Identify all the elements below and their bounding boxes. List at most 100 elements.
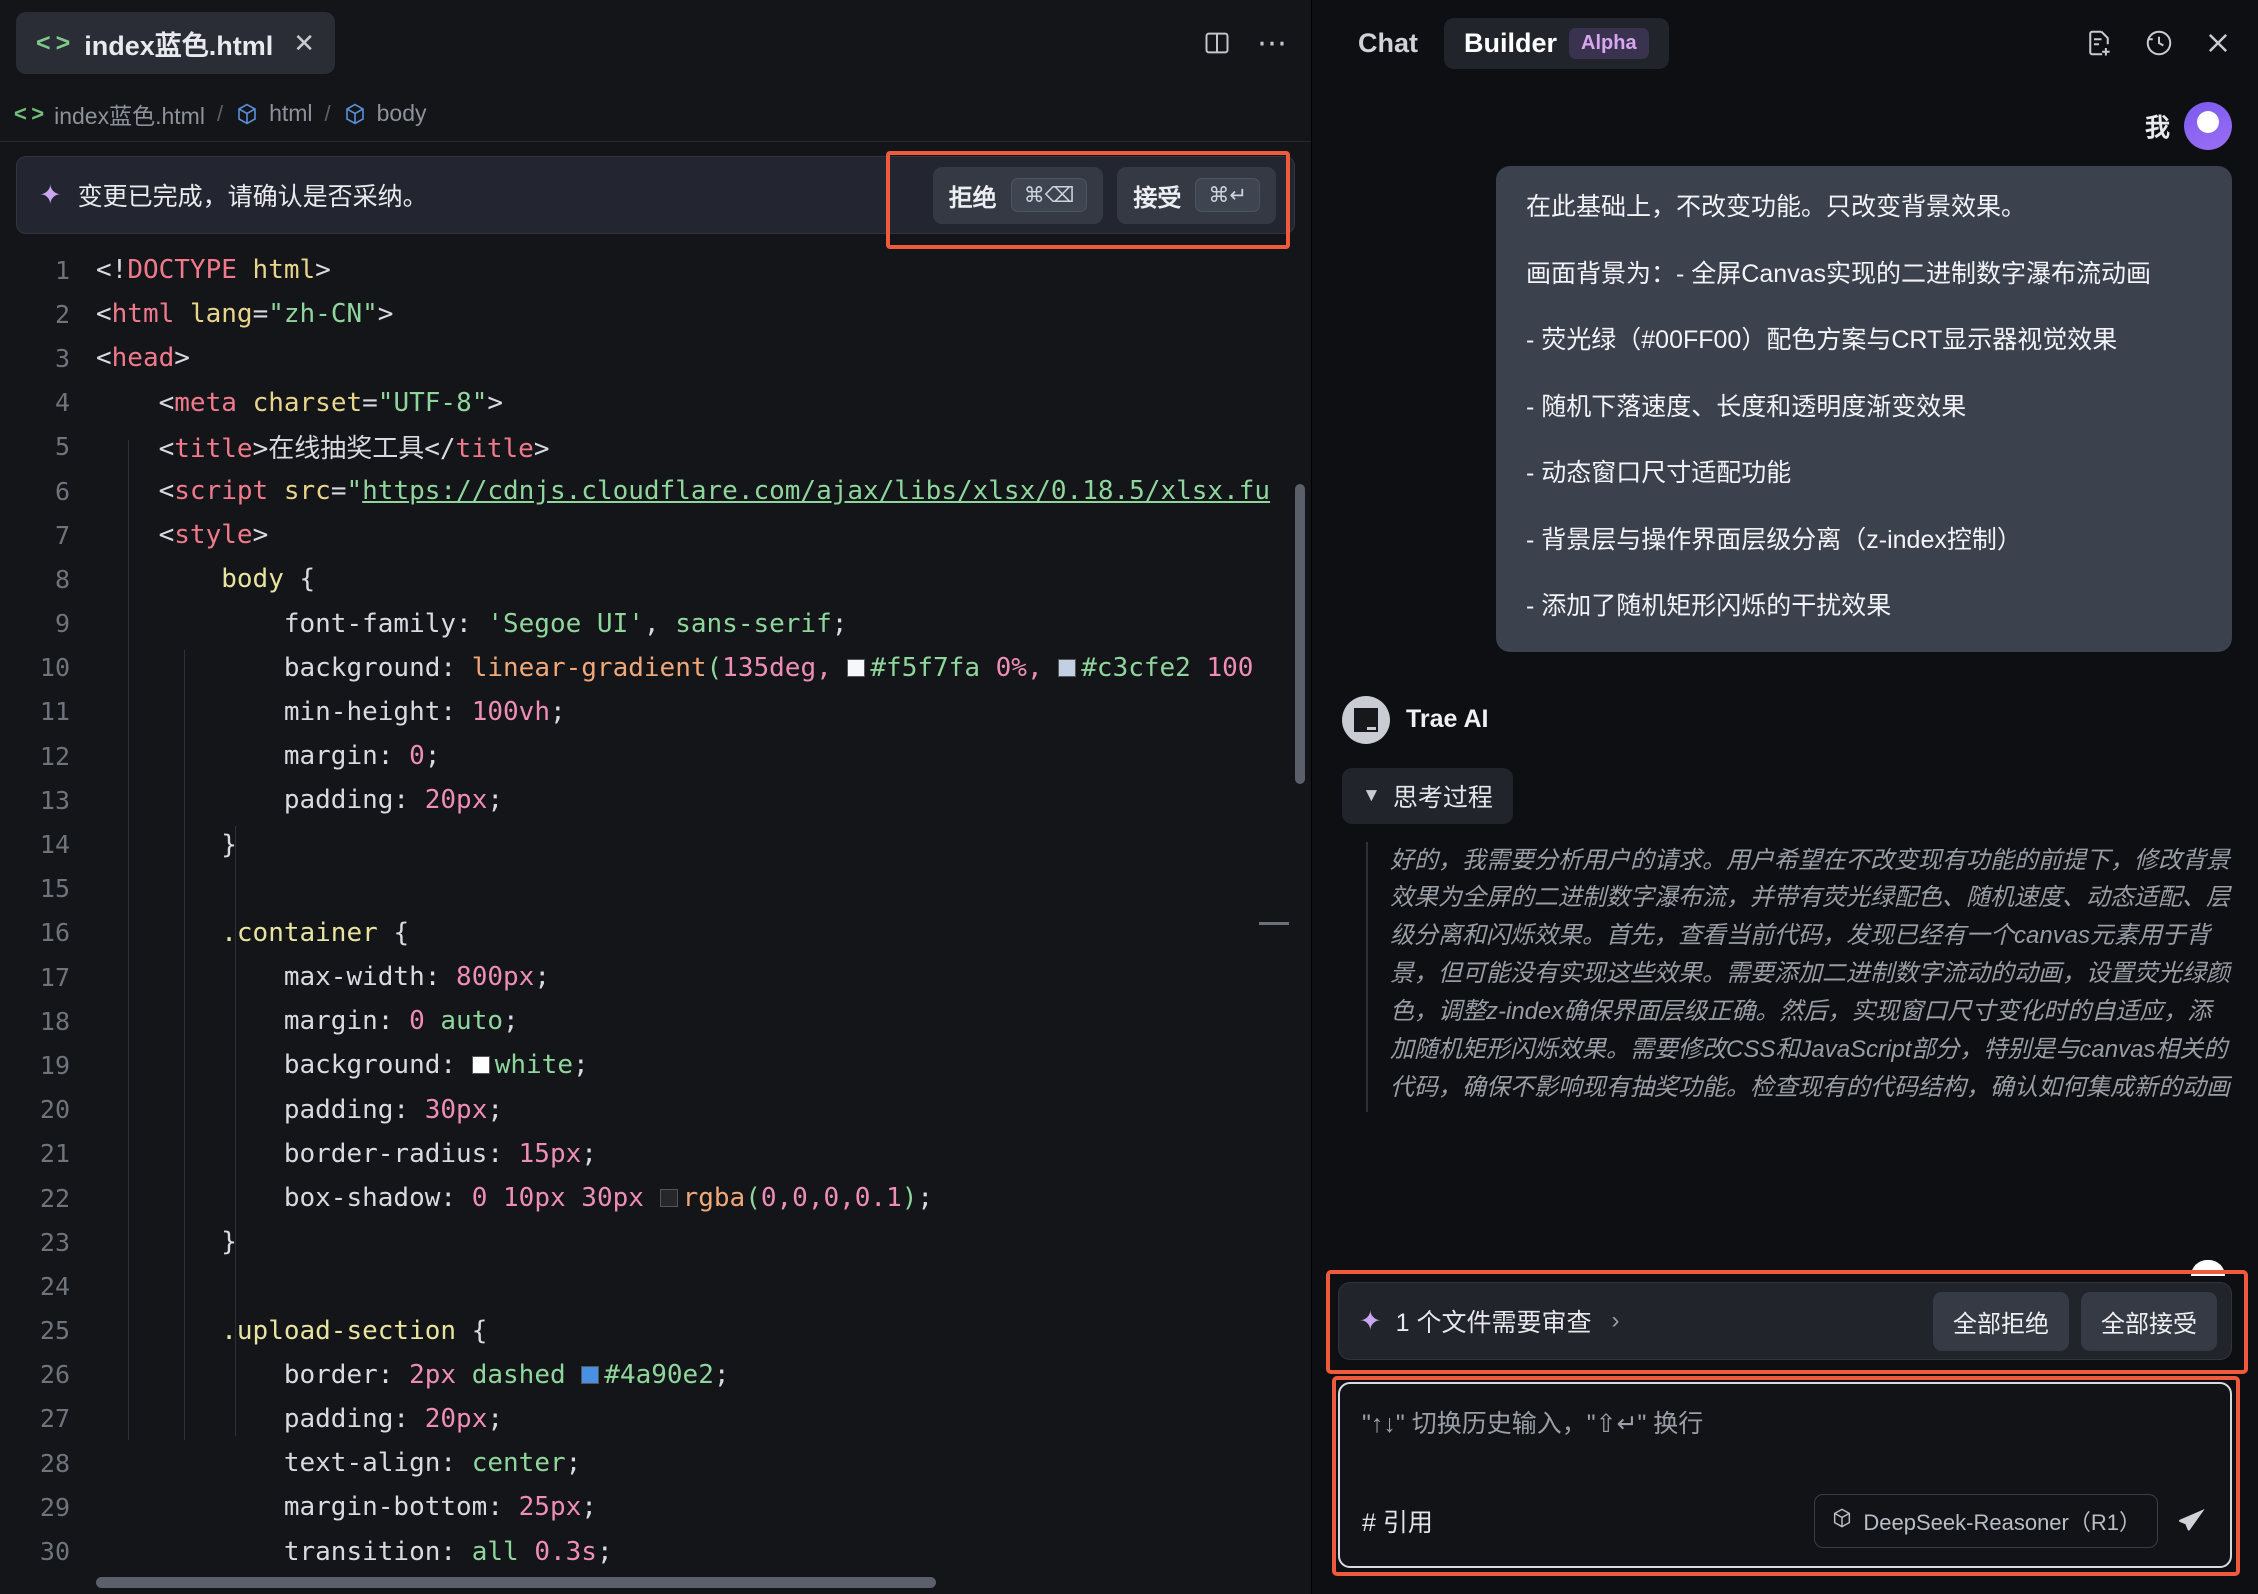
code-line[interactable]: 5 <title>在线抽奖工具</title> (0, 425, 1311, 469)
avatar-body (2191, 1260, 2225, 1276)
tab-chat[interactable]: Chat (1338, 18, 1438, 69)
code-line-text: transition: all 0.3s; (283, 1536, 613, 1567)
code-line[interactable]: 22 box-shadow: 0 10px 30px rgba(0,0,0,0.… (0, 1176, 1311, 1220)
code-line[interactable]: 4 <meta charset="UTF-8"> (0, 381, 1311, 425)
code-line[interactable]: 20 padding: 30px; (0, 1088, 1311, 1132)
code-brackets-icon: < > (36, 28, 71, 57)
code-line[interactable]: 14 } (0, 822, 1311, 866)
composer-toolbar: # 引用 DeepSeek-Reasoner（R1） (1362, 1494, 2208, 1548)
code-line-text: min-height: 100vh; (283, 696, 566, 727)
code-line[interactable]: 8 body { (0, 557, 1311, 601)
code-line-text: <title>在线抽奖工具</title> (158, 434, 550, 465)
code-line[interactable]: 19 background: white; (0, 1043, 1311, 1087)
breadcrumb-node-body[interactable]: body (377, 100, 427, 127)
breadcrumb-file[interactable]: index蓝色.html (54, 97, 205, 131)
more-options-icon[interactable]: ⋯ (1257, 28, 1289, 58)
line-number: 19 (39, 1050, 70, 1080)
code-line[interactable]: 21 border-radius: 15px; (0, 1132, 1311, 1176)
code-line[interactable]: 12 margin: 0; (0, 734, 1311, 778)
editor-horizontal-scrollbar[interactable] (96, 1577, 936, 1588)
avatar[interactable] (2184, 102, 2232, 1276)
tab-chat-label: Chat (1358, 27, 1418, 58)
code-line[interactable]: 13 padding: 20px; (0, 778, 1311, 822)
code-line[interactable]: 25 .upload-section { (0, 1309, 1311, 1353)
code-line[interactable]: 15 (0, 867, 1311, 911)
thinking-process-label: 思考过程 (1392, 783, 1493, 812)
code-line[interactable]: 6 <script src="https://cdnjs.cloudflare.… (0, 469, 1311, 513)
code-line[interactable]: 30 transition: all 0.3s; (0, 1529, 1311, 1573)
code-line-text: .container { (221, 917, 410, 948)
editor-tab-index-html[interactable]: < > index蓝色.html ✕ (16, 12, 336, 74)
breadcrumb-node-html[interactable]: html (269, 100, 312, 127)
code-line[interactable]: 26 border: 2px dashed #4a90e2; (0, 1353, 1311, 1397)
code-line[interactable]: 29 margin-bottom: 25px; (0, 1485, 1311, 1529)
code-editor[interactable]: 1 <!DOCTYPE html> 2 <html lang="zh-CN"> 3 <he… (0, 234, 1311, 1594)
code-line[interactable]: 16 .container { (0, 911, 1311, 955)
indent-guide (128, 440, 129, 1440)
user-message-line: - 随机下落速度、长度和透明度渐变效果 (1526, 392, 1967, 421)
chat-composer[interactable]: "↑↓" 切换历史输入，"⇧↵" 换行 # 引用 DeepSeek-Reason… (1338, 1382, 2232, 1568)
chat-input-placeholder[interactable]: "↑↓" 切换历史输入，"⇧↵" 换行 (1362, 1404, 2208, 1440)
code-line[interactable]: 11 min-height: 100vh; (0, 690, 1311, 734)
model-selector[interactable]: DeepSeek-Reasoner（R1） (1814, 1494, 2158, 1548)
minimap-indicator (1259, 922, 1289, 925)
user-identity-row: 我 (1338, 102, 2232, 1276)
accept-all-button[interactable]: 全部接受 (2081, 1291, 2217, 1351)
code-line[interactable]: 17 max-width: 800px; (0, 955, 1311, 999)
reject-button-label: 拒绝 (948, 184, 997, 212)
line-number: 12 (39, 741, 70, 771)
line-number: 27 (39, 1404, 70, 1434)
line-number: 14 (39, 830, 70, 860)
code-line-text: <style> (158, 520, 269, 551)
thinking-process-toggle[interactable]: ▼ 思考过程 (1342, 767, 1513, 824)
close-icon[interactable] (2204, 29, 2232, 57)
code-line[interactable]: 1 <!DOCTYPE html> (0, 248, 1311, 292)
code-line-text: font-family: 'Segoe UI', sans-serif; (283, 608, 848, 639)
tab-builder[interactable]: Builder Alpha (1444, 17, 1669, 69)
code-line[interactable]: 2 <html lang="zh-CN"> (0, 292, 1311, 336)
thinking-process-text: 好的，我需要分析用户的请求。用户希望在不改变现有功能的前提下，修改背景效果为全屏… (1366, 841, 2232, 1112)
code-line[interactable]: 23 } (0, 1220, 1311, 1264)
code-line-text: } (221, 829, 237, 860)
reject-all-button[interactable]: 全部拒绝 (1933, 1291, 2069, 1351)
line-number: 29 (39, 1492, 70, 1522)
line-number: 18 (39, 1006, 70, 1036)
editor-vertical-scrollbar[interactable] (1295, 484, 1305, 784)
line-number: 7 (54, 520, 70, 550)
editor-tabbar-actions: ⋯ (1203, 28, 1289, 58)
code-line[interactable]: 7 <style> (0, 513, 1311, 557)
split-editor-icon[interactable] (1203, 29, 1231, 57)
change-banner-wrap: ✦ 变更已完成，请确认是否采纳。 拒绝 ⌘⌫ 接受 ⌘↵ (0, 142, 1311, 249)
code-line[interactable]: 28 text-align: center; (0, 1441, 1311, 1485)
code-line[interactable]: 9 font-family: 'Segoe UI', sans-serif; (0, 602, 1311, 646)
chevron-right-icon[interactable]: › (1611, 1307, 1619, 1335)
line-number: 25 (39, 1316, 70, 1346)
chat-message-list[interactable]: 我 在此基础上，不改变功能。只改变背景效果。 画面背景为：- 全屏Canvas实现… (1312, 86, 2258, 1282)
file-review-actions: 全部拒绝 全部接受 (1933, 1291, 2217, 1351)
code-line[interactable]: 24 (0, 1264, 1311, 1308)
file-review-summary[interactable]: ✦ 1 个文件需要审查 › (1359, 1303, 1619, 1339)
banner-message: 变更已完成，请确认是否采纳。 (77, 183, 428, 211)
quote-button[interactable]: # 引用 (1362, 1503, 1433, 1539)
cube-icon (343, 102, 367, 126)
code-line[interactable]: 18 margin: 0 auto; (0, 999, 1311, 1043)
reject-button[interactable]: 拒绝 ⌘⌫ (932, 166, 1104, 224)
close-icon[interactable]: ✕ (293, 28, 315, 59)
line-number: 10 (39, 653, 70, 683)
code-line[interactable]: 3 <head> (0, 336, 1311, 380)
line-number: 11 (39, 697, 70, 727)
chat-header-actions (2084, 28, 2232, 58)
line-number: 1 (54, 255, 70, 285)
accept-button[interactable]: 接受 ⌘↵ (1117, 166, 1276, 224)
new-chat-icon[interactable] (2084, 28, 2114, 58)
user-message-line: - 背景层与操作界面层级分离（z-index控制） (1526, 525, 2022, 554)
code-line[interactable]: 10 background: linear-gradient(135deg, #… (0, 646, 1311, 690)
code-line[interactable]: 27 padding: 20px; (0, 1397, 1311, 1441)
line-number: 2 (54, 299, 70, 329)
code-line-text: max-width: 800px; (283, 962, 550, 993)
history-icon[interactable] (2144, 28, 2174, 58)
send-icon[interactable] (2176, 1505, 2208, 1537)
line-number: 26 (39, 1360, 70, 1390)
user-message-line: - 动态窗口尺寸适配功能 (1526, 459, 1792, 487)
line-number: 24 (39, 1271, 70, 1301)
